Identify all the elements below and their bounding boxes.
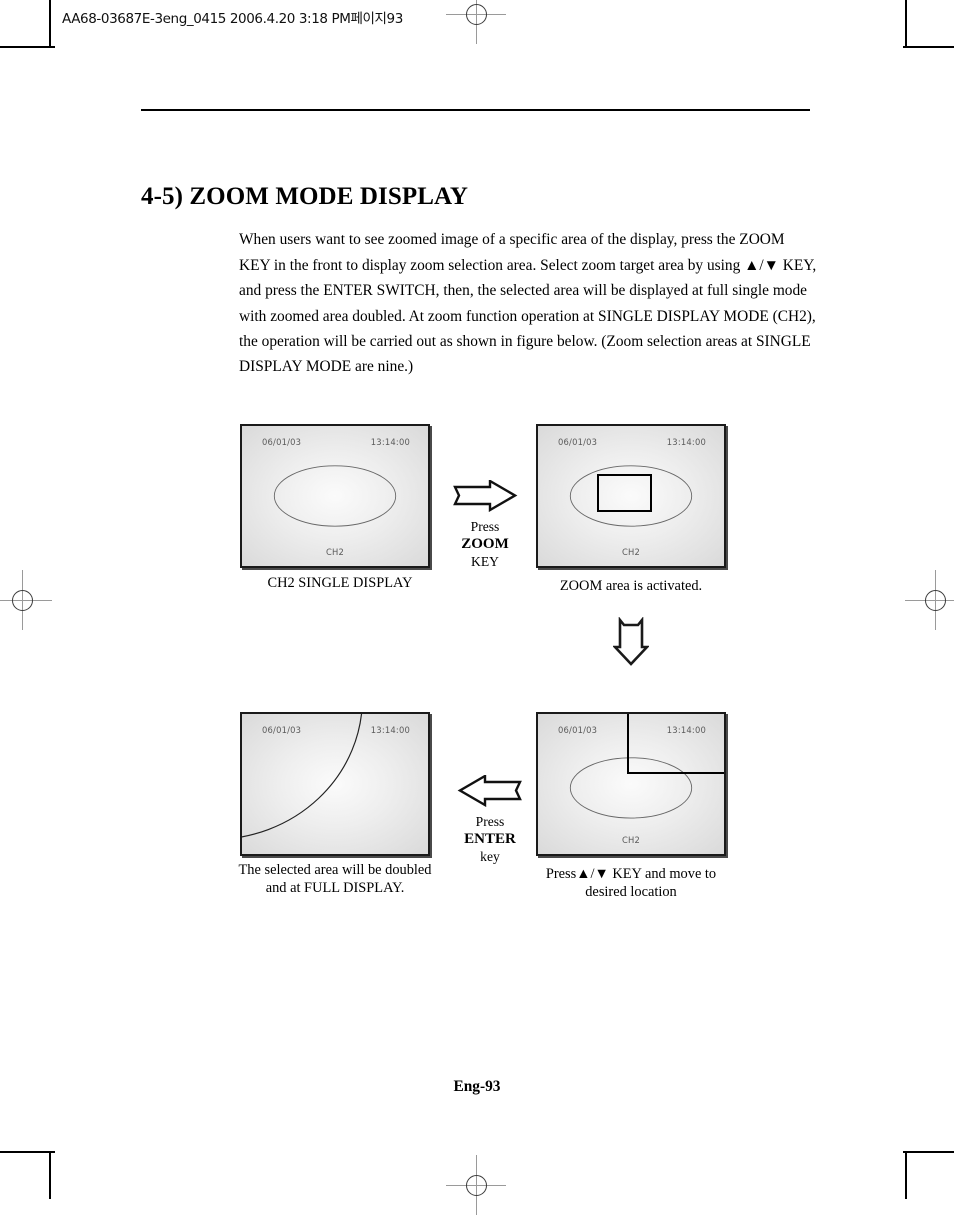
arrow-press-enter-key: Press ENTER key bbox=[457, 773, 523, 864]
page-footer: Eng-93 bbox=[453, 1078, 501, 1095]
arrow-down-flow bbox=[611, 616, 651, 667]
osd-time: 13:14:00 bbox=[370, 725, 410, 735]
caption-zoom-area-activated: ZOOM area is activated. bbox=[559, 578, 703, 594]
zoom-selection-box bbox=[597, 474, 652, 512]
osd-date: 06/01/03 bbox=[558, 437, 598, 447]
panel-full-display-zoomed: 06/01/03 13:14:00 bbox=[240, 712, 430, 856]
arrow-label-bold: ENTER bbox=[464, 831, 516, 847]
arrow-label-prefix: Press bbox=[475, 814, 505, 829]
osd-time: 13:14:00 bbox=[666, 437, 706, 447]
arrow-left-icon bbox=[457, 773, 522, 808]
arrow-press-zoom-key: Press ZOOM KEY bbox=[452, 478, 518, 569]
caption-full-display-zoomed: The selected area will be doubled and at… bbox=[238, 862, 432, 896]
arrow-label-enter-key: Press ENTER key bbox=[457, 813, 523, 865]
arrow-label-prefix: Press bbox=[470, 519, 500, 534]
caption-move-zoom-selection: Press▲/▼ KEY and move to desired locatio… bbox=[545, 866, 717, 900]
panel-ch2-single-display: 06/01/03 13:14:00 CH2 bbox=[240, 424, 430, 568]
osd-time: 13:14:00 bbox=[370, 437, 410, 447]
osd-date: 06/01/03 bbox=[262, 437, 302, 447]
caption-ch2-single-display: CH2 SINGLE DISPLAY bbox=[267, 575, 413, 591]
zoomed-ellipse-arc bbox=[242, 714, 363, 838]
panel-zoom-area-activated: 06/01/03 13:14:00 CH2 bbox=[536, 424, 726, 568]
arrow-label-zoom-key: Press ZOOM KEY bbox=[452, 518, 518, 570]
osd-channel: CH2 bbox=[325, 547, 345, 557]
arrow-label-line2: key bbox=[480, 849, 500, 864]
osd-time: 13:14:00 bbox=[666, 725, 706, 735]
zoom-selection-box bbox=[627, 714, 724, 774]
osd-channel: CH2 bbox=[621, 835, 641, 845]
arrow-label-bold: ZOOM bbox=[461, 536, 509, 552]
arrow-down-icon bbox=[611, 616, 651, 666]
panel-move-zoom-selection: 06/01/03 13:14:00 CH2 bbox=[536, 712, 726, 856]
osd-channel: CH2 bbox=[621, 547, 641, 557]
arrow-right-icon bbox=[453, 478, 518, 513]
osd-date: 06/01/03 bbox=[558, 725, 598, 735]
osd-date: 06/01/03 bbox=[262, 725, 302, 735]
arrow-label-line2: KEY bbox=[471, 554, 499, 569]
ellipse-shape bbox=[273, 465, 397, 527]
zoom-mode-figure: 06/01/03 13:14:00 CH2 CH2 SINGLE DISPLAY… bbox=[0, 0, 954, 1199]
